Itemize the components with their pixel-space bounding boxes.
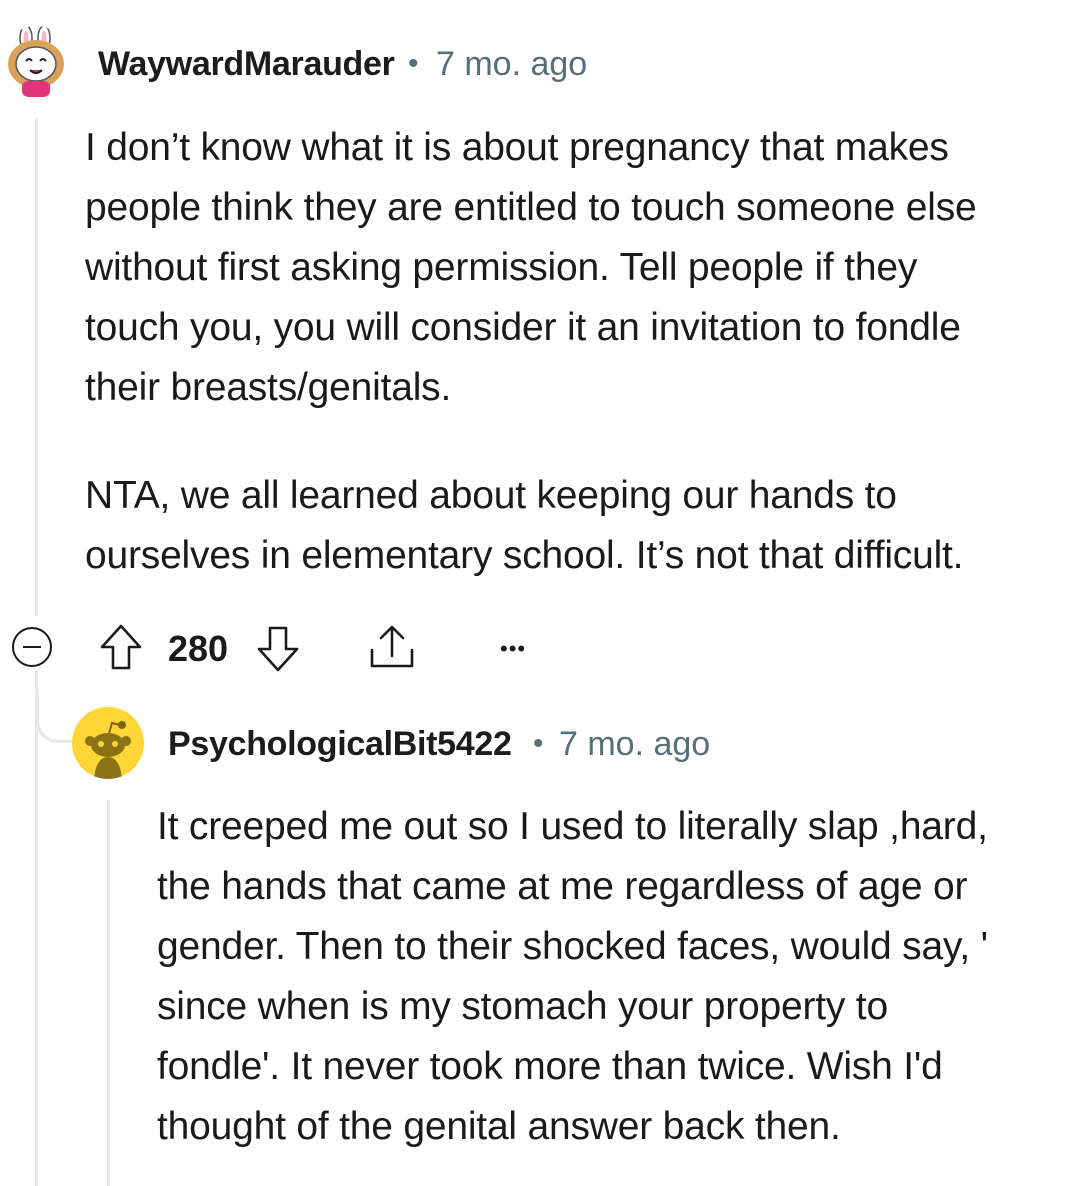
comment-line: touch you, you will consider it an invit…: [85, 306, 961, 349]
comment-paragraph: NTA, we all learned about keeping our ha…: [85, 466, 964, 586]
more-options-icon[interactable]: •••: [500, 636, 526, 662]
comment-line: people think they are entitled to touch …: [85, 186, 977, 229]
comment-body: I don’t know what it is about pregnancy …: [85, 118, 977, 418]
comment-line: ourselves in elementary school. It’s not…: [85, 534, 964, 577]
reply-line: It creeped me out so I used to literally…: [157, 805, 988, 848]
reply-body: It creeped me out so I used to literally…: [157, 797, 988, 1157]
vote-score: 280: [168, 628, 229, 669]
comment-timestamp[interactable]: 7 mo. ago: [436, 45, 587, 84]
comment-line: NTA, we all learned about keeping our ha…: [85, 474, 897, 517]
snoo-avatar-icon: [8, 26, 64, 97]
comment-line: their breasts/genitals.: [85, 366, 452, 409]
comment-line: without first asking permission. Tell pe…: [85, 246, 918, 289]
minus-icon: [23, 645, 41, 649]
thread-line-main[interactable]: [35, 118, 38, 616]
downvote-icon[interactable]: [255, 624, 301, 674]
reply-line: the hands that came at me regardless of …: [157, 865, 968, 908]
collapse-button[interactable]: [12, 627, 52, 667]
reply-line: fondle'. It never took more than twice. …: [157, 1045, 943, 1088]
meta-separator: •: [408, 47, 419, 80]
reply-author[interactable]: PsychologicalBit5422: [168, 725, 512, 764]
reply-line: gender. Then to their shocked faces, wou…: [157, 925, 988, 968]
meta-separator: •: [533, 727, 544, 760]
upvote-icon[interactable]: [98, 622, 144, 672]
share-icon[interactable]: [366, 622, 418, 672]
default-snoo-icon: [85, 721, 131, 779]
avatar-psychologicalbit5422[interactable]: [72, 707, 144, 779]
reply-timestamp[interactable]: 7 mo. ago: [559, 725, 710, 764]
reply-paragraph: It creeped me out so I used to literally…: [157, 797, 988, 1157]
comment-paragraph: I don’t know what it is about pregnancy …: [85, 118, 977, 418]
avatar-waywardmarauder[interactable]: [2, 26, 70, 98]
thread-line-reply[interactable]: [107, 800, 110, 1186]
comment-author[interactable]: WaywardMarauder: [98, 45, 395, 84]
reply-line: since when is my stomach your property t…: [157, 985, 888, 1028]
thread-line-main-lower[interactable]: [35, 670, 38, 1186]
reply-line: thought of the genital answer back then.: [157, 1105, 841, 1148]
comment-line: I don’t know what it is about pregnancy …: [85, 126, 949, 169]
comment-body-paragraph-2: NTA, we all learned about keeping our ha…: [85, 466, 964, 586]
